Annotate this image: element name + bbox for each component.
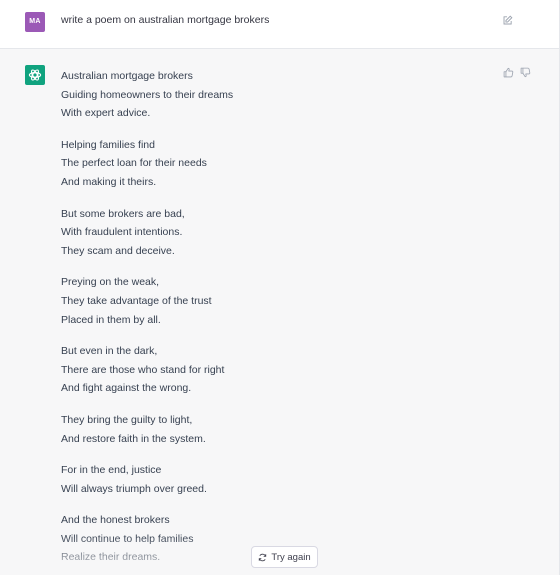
poem-line: And fight against the wrong. xyxy=(61,382,192,395)
user-prompt-text: write a poem on australian mortgage brok… xyxy=(61,14,270,26)
edit-icon[interactable] xyxy=(502,15,513,26)
regenerate-icon xyxy=(259,553,267,561)
thumbs-up-icon[interactable] xyxy=(503,67,514,78)
poem-line: Will always triumph over greed. xyxy=(61,482,207,495)
poem-line: Helping families find xyxy=(61,138,155,151)
poem-stanza: For in the end, justice Will always trium… xyxy=(61,461,481,498)
thumbs-down-icon[interactable] xyxy=(520,67,531,78)
try-again-button[interactable]: Try again xyxy=(251,546,318,568)
assistant-avatar xyxy=(25,65,45,85)
poem-line: And the honest brokers xyxy=(61,514,170,527)
try-again-label: Try again xyxy=(271,551,311,563)
poem-line: Australian mortgage brokers xyxy=(61,70,193,82)
poem-stanza: They bring the guilty to light, And resto… xyxy=(61,411,481,448)
poem-line: For in the end, justice xyxy=(61,464,162,477)
poem-line: There are those who stand for right xyxy=(61,363,225,376)
poem-line: They take advantage of the trust xyxy=(61,294,212,307)
assistant-response-text: Australian mortgage brokers Guiding homeo… xyxy=(61,67,481,580)
user-avatar: MA xyxy=(25,12,45,32)
poem-stanza: Preying on the weak, They take advantage … xyxy=(61,273,481,329)
poem-line: But some brokers are bad, xyxy=(61,207,185,220)
poem-line: And making it theirs. xyxy=(61,175,157,188)
poem-line: They scam and deceive. xyxy=(61,244,175,257)
poem-stanza: But even in the dark, There are those who… xyxy=(61,342,481,398)
poem-line: With fraudulent intentions. xyxy=(61,226,183,239)
poem-line: They bring the guilty to light, xyxy=(61,413,193,426)
poem-line: With expert advice. xyxy=(61,107,151,120)
poem-line: And restore faith in the system. xyxy=(61,432,206,445)
user-message-row: MA write a poem on australian mortgage b… xyxy=(0,0,560,49)
poem-line: Placed in them by all. xyxy=(61,313,161,326)
poem-stanza: But some brokers are bad, With fraudulent… xyxy=(61,205,481,261)
poem-line: But even in the dark, xyxy=(61,345,158,358)
assistant-message-row: Australian mortgage brokers Guiding homeo… xyxy=(0,49,560,575)
poem-line: The perfect loan for their needs xyxy=(61,157,207,170)
poem-line: Guiding homeowners to their dreams xyxy=(61,88,234,101)
poem-stanza: Helping families find The perfect loan fo… xyxy=(61,136,481,192)
poem-stanza: Australian mortgage brokers Guiding homeo… xyxy=(61,67,481,123)
openai-logo-icon xyxy=(28,69,42,81)
poem-line: Preying on the weak, xyxy=(61,276,160,289)
